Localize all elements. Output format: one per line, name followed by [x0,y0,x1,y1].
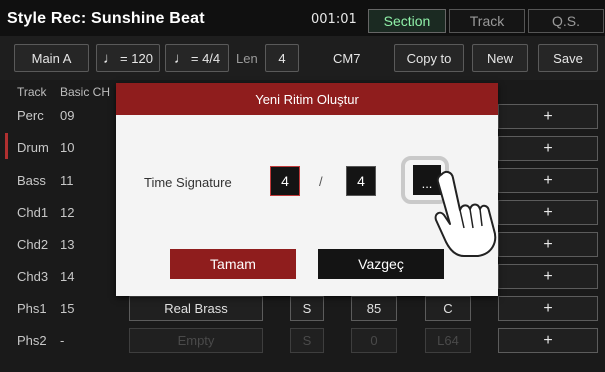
volume-field[interactable]: 0 [351,328,397,353]
pan-field[interactable]: C [425,296,471,321]
new-button[interactable]: New [472,44,528,72]
tab-track[interactable]: Track [449,9,525,33]
tempo-value: = 120 [120,50,153,66]
track-channel: 10 [60,140,75,155]
time-position: 001:01 [311,12,357,27]
quarter-note-icon: ♩ [173,49,189,67]
copy-to-button[interactable]: Copy to [394,44,464,72]
meter-button[interactable]: ♩ = 4/4 [165,44,229,72]
column-header-track: Track [17,85,47,99]
title-bar: Style Rec: Sunshine Beat 001:01 Section … [0,0,605,36]
time-signature-label: Time Signature [144,175,232,190]
pan-field[interactable]: L64 [425,328,471,353]
solo-button[interactable]: S [290,296,324,321]
len-value-button[interactable]: 4 [265,44,299,72]
solo-button[interactable]: S [290,328,324,353]
len-label: Len [236,51,258,66]
add-button[interactable]: + [498,168,598,193]
track-channel: 12 [60,205,75,220]
track-channel: 13 [60,237,75,252]
ok-button[interactable]: Tamam [170,249,296,279]
track-name: Phs1 [17,301,47,316]
add-button[interactable]: + [498,264,598,289]
toolbar: Main A ♩ = 120 ♩ = 4/4 Len 4 CM7 Copy to… [0,36,605,80]
voice-select-button[interactable]: Empty [129,328,263,353]
track-channel: 11 [60,173,74,188]
denominator-field[interactable]: 4 [346,166,376,196]
track-name: Drum [17,140,49,155]
dialog-title: Yeni Ritim Oluştur [116,83,498,115]
add-button[interactable]: + [498,104,598,129]
app-title: Style Rec: Sunshine Beat [7,10,205,27]
track-channel: 14 [60,269,75,284]
track-channel: 15 [60,301,75,316]
numerator-field[interactable]: 4 [270,166,300,196]
voice-select-button[interactable]: Real Brass [129,296,263,321]
column-header-basic-ch: Basic CH [60,85,111,99]
track-name: Chd3 [17,269,49,284]
track-name: Bass [17,173,46,188]
add-button[interactable]: + [498,136,598,161]
cancel-button[interactable]: Vazgeç [318,249,444,279]
track-name: Phs2 [17,333,47,348]
section-select-button[interactable]: Main A [14,44,89,72]
track-name: Chd2 [17,237,49,252]
chord-display: CM7 [333,51,361,66]
add-button[interactable]: + [498,200,598,225]
track-channel: - [60,333,65,348]
track-channel: 09 [60,108,75,123]
tempo-button[interactable]: ♩ = 120 [96,44,160,72]
add-button[interactable]: + [498,296,598,321]
track-name: Chd1 [17,205,49,220]
add-button[interactable]: + [498,328,598,353]
add-button[interactable]: + [498,232,598,257]
meter-value: = 4/4 [190,50,221,66]
volume-field[interactable]: 85 [351,296,397,321]
tab-section[interactable]: Section [368,9,446,33]
tab-qs[interactable]: Q.S. [528,9,604,33]
tap-hand-icon [434,170,497,257]
fraction-slash: / [319,174,323,189]
save-button[interactable]: Save [538,44,598,72]
quarter-note-icon: ♩ [103,49,119,67]
track-name: Perc [17,108,44,123]
selected-row-marker [5,133,8,159]
